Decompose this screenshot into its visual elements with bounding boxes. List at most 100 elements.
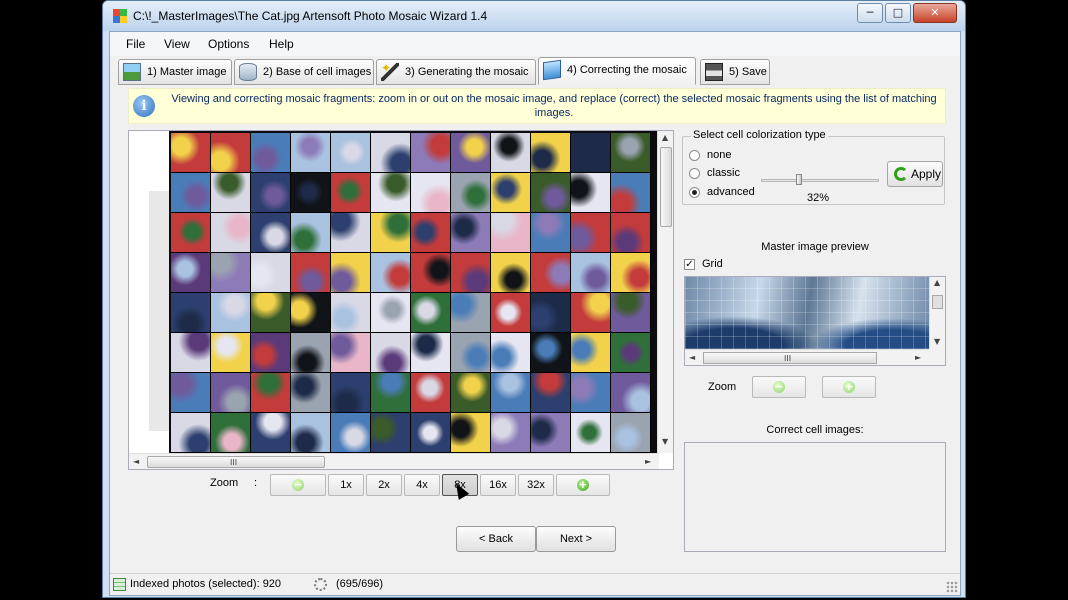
tab-master-image[interactable]: 1) Master image xyxy=(118,59,232,85)
menu-help[interactable]: Help xyxy=(269,37,294,51)
scroll-left-arrow-icon[interactable]: ◄ xyxy=(689,353,695,362)
mosaic-tile[interactable] xyxy=(531,333,571,373)
mosaic-tile[interactable] xyxy=(291,213,331,253)
zoom-4x-button[interactable]: 4x xyxy=(404,474,440,496)
mosaic-tile[interactable] xyxy=(411,213,451,253)
mosaic-tile[interactable] xyxy=(531,173,571,213)
mosaic-tile[interactable] xyxy=(611,173,651,213)
mosaic-tile[interactable] xyxy=(171,413,211,453)
mosaic-tile[interactable] xyxy=(411,333,451,373)
mosaic-tile[interactable] xyxy=(491,373,531,413)
mosaic-tile[interactable] xyxy=(571,173,611,213)
mosaic-tile[interactable] xyxy=(331,333,371,373)
close-button[interactable]: ✕ xyxy=(913,3,957,23)
scroll-down-arrow-icon[interactable]: ▼ xyxy=(662,437,668,446)
mosaic-tile[interactable] xyxy=(331,373,371,413)
zoom-16x-button[interactable]: 16x xyxy=(480,474,516,496)
mosaic-viewer[interactable]: ▲ ▼ ◄ III ► xyxy=(128,130,674,470)
mosaic-tile[interactable] xyxy=(491,173,531,213)
zoom-out-button[interactable]: − xyxy=(270,474,326,496)
mosaic-tile[interactable] xyxy=(611,333,651,373)
mosaic-vertical-scrollbar[interactable]: ▲ ▼ xyxy=(657,131,673,453)
mosaic-tile[interactable] xyxy=(411,133,451,173)
zoom-2x-button[interactable]: 2x xyxy=(366,474,402,496)
mosaic-tile[interactable] xyxy=(611,293,651,333)
mosaic-tile[interactable] xyxy=(451,333,491,373)
mosaic-tile[interactable] xyxy=(371,413,411,453)
mosaic-tile[interactable] xyxy=(371,173,411,213)
correct-cell-images-list[interactable] xyxy=(684,442,946,552)
preview-vertical-scrollbar[interactable]: ▲ ▼ xyxy=(929,277,945,349)
mosaic-tile[interactable] xyxy=(531,293,571,333)
mosaic-tile[interactable] xyxy=(251,293,291,333)
mosaic-tile[interactable] xyxy=(171,253,211,293)
scroll-up-arrow-icon[interactable]: ▲ xyxy=(662,133,668,142)
mosaic-tile[interactable] xyxy=(211,133,251,173)
mosaic-tile[interactable] xyxy=(371,293,411,333)
mosaic-tile[interactable] xyxy=(491,213,531,253)
mosaic-tile[interactable] xyxy=(491,253,531,293)
mosaic-tile[interactable] xyxy=(291,373,331,413)
colorization-slider[interactable] xyxy=(761,179,879,182)
title-bar[interactable]: C:\!_MasterImages\The Cat.jpg Artensoft … xyxy=(103,1,965,31)
mosaic-tile[interactable] xyxy=(571,413,611,453)
scrollbar-thumb[interactable]: III xyxy=(703,352,877,364)
mosaic-tile[interactable] xyxy=(291,293,331,333)
mosaic-tile[interactable] xyxy=(531,213,571,253)
mosaic-tile[interactable] xyxy=(411,173,451,213)
mosaic-tile[interactable] xyxy=(491,413,531,453)
mosaic-tile[interactable] xyxy=(371,373,411,413)
mosaic-tile[interactable] xyxy=(171,173,211,213)
menu-options[interactable]: Options xyxy=(208,37,249,51)
mosaic-tile[interactable] xyxy=(531,413,571,453)
mosaic-tile[interactable] xyxy=(291,333,331,373)
mosaic-tile[interactable] xyxy=(491,333,531,373)
scrollbar-thumb[interactable] xyxy=(660,147,672,227)
mosaic-tile[interactable] xyxy=(531,133,571,173)
mosaic-tile[interactable] xyxy=(371,253,411,293)
mosaic-tile[interactable] xyxy=(491,293,531,333)
mosaic-image[interactable] xyxy=(169,131,657,453)
preview-zoom-in-button[interactable]: + xyxy=(822,376,876,398)
mosaic-tile[interactable] xyxy=(251,213,291,253)
mosaic-tile[interactable] xyxy=(611,373,651,413)
mosaic-tile[interactable] xyxy=(571,293,611,333)
mosaic-tile[interactable] xyxy=(611,413,651,453)
mosaic-tile[interactable] xyxy=(291,413,331,453)
slider-thumb[interactable] xyxy=(795,174,802,185)
zoom-in-button[interactable]: + xyxy=(556,474,610,496)
mosaic-tile[interactable] xyxy=(531,253,571,293)
mosaic-tile[interactable] xyxy=(171,213,211,253)
mosaic-tile[interactable] xyxy=(611,133,651,173)
scrollbar-thumb[interactable] xyxy=(932,295,943,309)
mosaic-tile[interactable] xyxy=(371,133,411,173)
scroll-left-arrow-icon[interactable]: ◄ xyxy=(133,457,139,466)
next-button[interactable]: Next > xyxy=(536,526,616,552)
mosaic-tile[interactable] xyxy=(211,253,251,293)
mosaic-tile[interactable] xyxy=(451,413,491,453)
mosaic-tile[interactable] xyxy=(451,213,491,253)
mosaic-tile[interactable] xyxy=(291,173,331,213)
mosaic-tile[interactable] xyxy=(211,293,251,333)
mosaic-tile[interactable] xyxy=(411,373,451,413)
mosaic-tile[interactable] xyxy=(291,133,331,173)
mosaic-tile[interactable] xyxy=(371,333,411,373)
mosaic-tile[interactable] xyxy=(251,413,291,453)
tab-correcting-the-mosaic[interactable]: 4) Correcting the mosaic xyxy=(538,57,696,85)
mosaic-tile[interactable] xyxy=(331,133,371,173)
mosaic-tile[interactable] xyxy=(571,133,611,173)
mosaic-tile[interactable] xyxy=(171,373,211,413)
mosaic-tile[interactable] xyxy=(451,373,491,413)
mosaic-tile[interactable] xyxy=(331,293,371,333)
mosaic-tile[interactable] xyxy=(571,253,611,293)
mosaic-tile[interactable] xyxy=(331,213,371,253)
preview-image[interactable] xyxy=(685,277,929,349)
mosaic-tile[interactable] xyxy=(171,133,211,173)
mosaic-tile[interactable] xyxy=(251,173,291,213)
mosaic-tile[interactable] xyxy=(211,333,251,373)
mosaic-tile[interactable] xyxy=(371,213,411,253)
mosaic-tile[interactable] xyxy=(451,133,491,173)
scrollbar-thumb[interactable]: III xyxy=(147,456,325,468)
mosaic-tile[interactable] xyxy=(411,413,451,453)
mosaic-tile[interactable] xyxy=(531,373,571,413)
